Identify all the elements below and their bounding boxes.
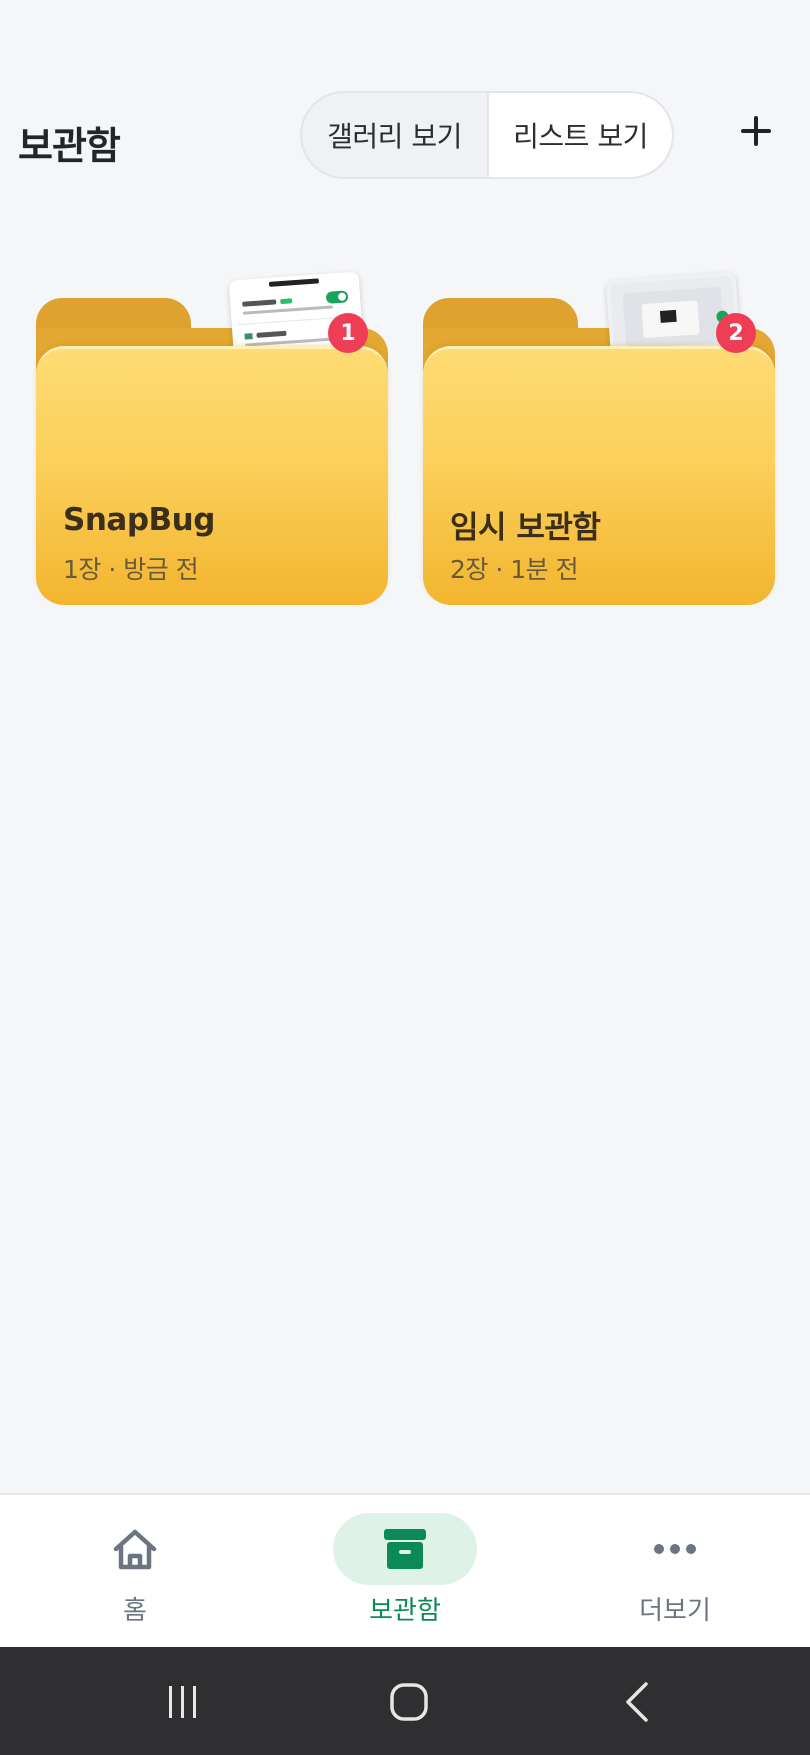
add-button[interactable] bbox=[730, 105, 782, 157]
system-home-button[interactable] bbox=[379, 1677, 439, 1727]
folder-card[interactable]: 1 SnapBug 1장 · 방금 전 bbox=[36, 260, 388, 605]
recent-apps-icon bbox=[169, 1686, 196, 1718]
system-navigation-bar bbox=[0, 1647, 810, 1755]
bottom-navigation: 홈 보관함 더보기 bbox=[0, 1493, 810, 1647]
nav-label: 홈 bbox=[123, 1596, 147, 1626]
system-back-button[interactable] bbox=[607, 1677, 667, 1727]
folder-meta: 2장 · 1분 전 bbox=[450, 555, 579, 584]
count-badge: 2 bbox=[716, 313, 756, 353]
folder-card[interactable]: 2 임시 보관함 2장 · 1분 전 bbox=[423, 260, 775, 605]
gallery-view-button[interactable]: 갤러리 보기 bbox=[302, 93, 487, 177]
plus-icon bbox=[741, 116, 771, 146]
list-view-button[interactable]: 리스트 보기 bbox=[487, 93, 672, 177]
nav-item-archive[interactable]: 보관함 bbox=[270, 1495, 540, 1649]
home-circle-icon bbox=[390, 1683, 428, 1721]
folder-name: SnapBug bbox=[63, 502, 215, 538]
view-toggle: 갤러리 보기 리스트 보기 bbox=[300, 91, 674, 179]
more-dots-icon bbox=[654, 1544, 696, 1554]
nav-label: 보관함 bbox=[369, 1596, 441, 1626]
nav-item-home[interactable]: 홈 bbox=[0, 1495, 270, 1649]
home-icon bbox=[113, 1529, 157, 1570]
back-chevron-icon bbox=[626, 1682, 648, 1722]
archive-box-icon bbox=[384, 1529, 426, 1569]
count-badge: 1 bbox=[328, 313, 368, 353]
nav-label: 더보기 bbox=[639, 1596, 711, 1626]
page-title: 보관함 bbox=[18, 124, 121, 168]
nav-item-more[interactable]: 더보기 bbox=[540, 1495, 810, 1649]
folder-meta: 1장 · 방금 전 bbox=[63, 555, 199, 584]
recent-apps-button[interactable] bbox=[153, 1677, 213, 1727]
header: 보관함 갤러리 보기 리스트 보기 bbox=[0, 85, 810, 180]
folder-name: 임시 보관함 bbox=[450, 510, 601, 546]
